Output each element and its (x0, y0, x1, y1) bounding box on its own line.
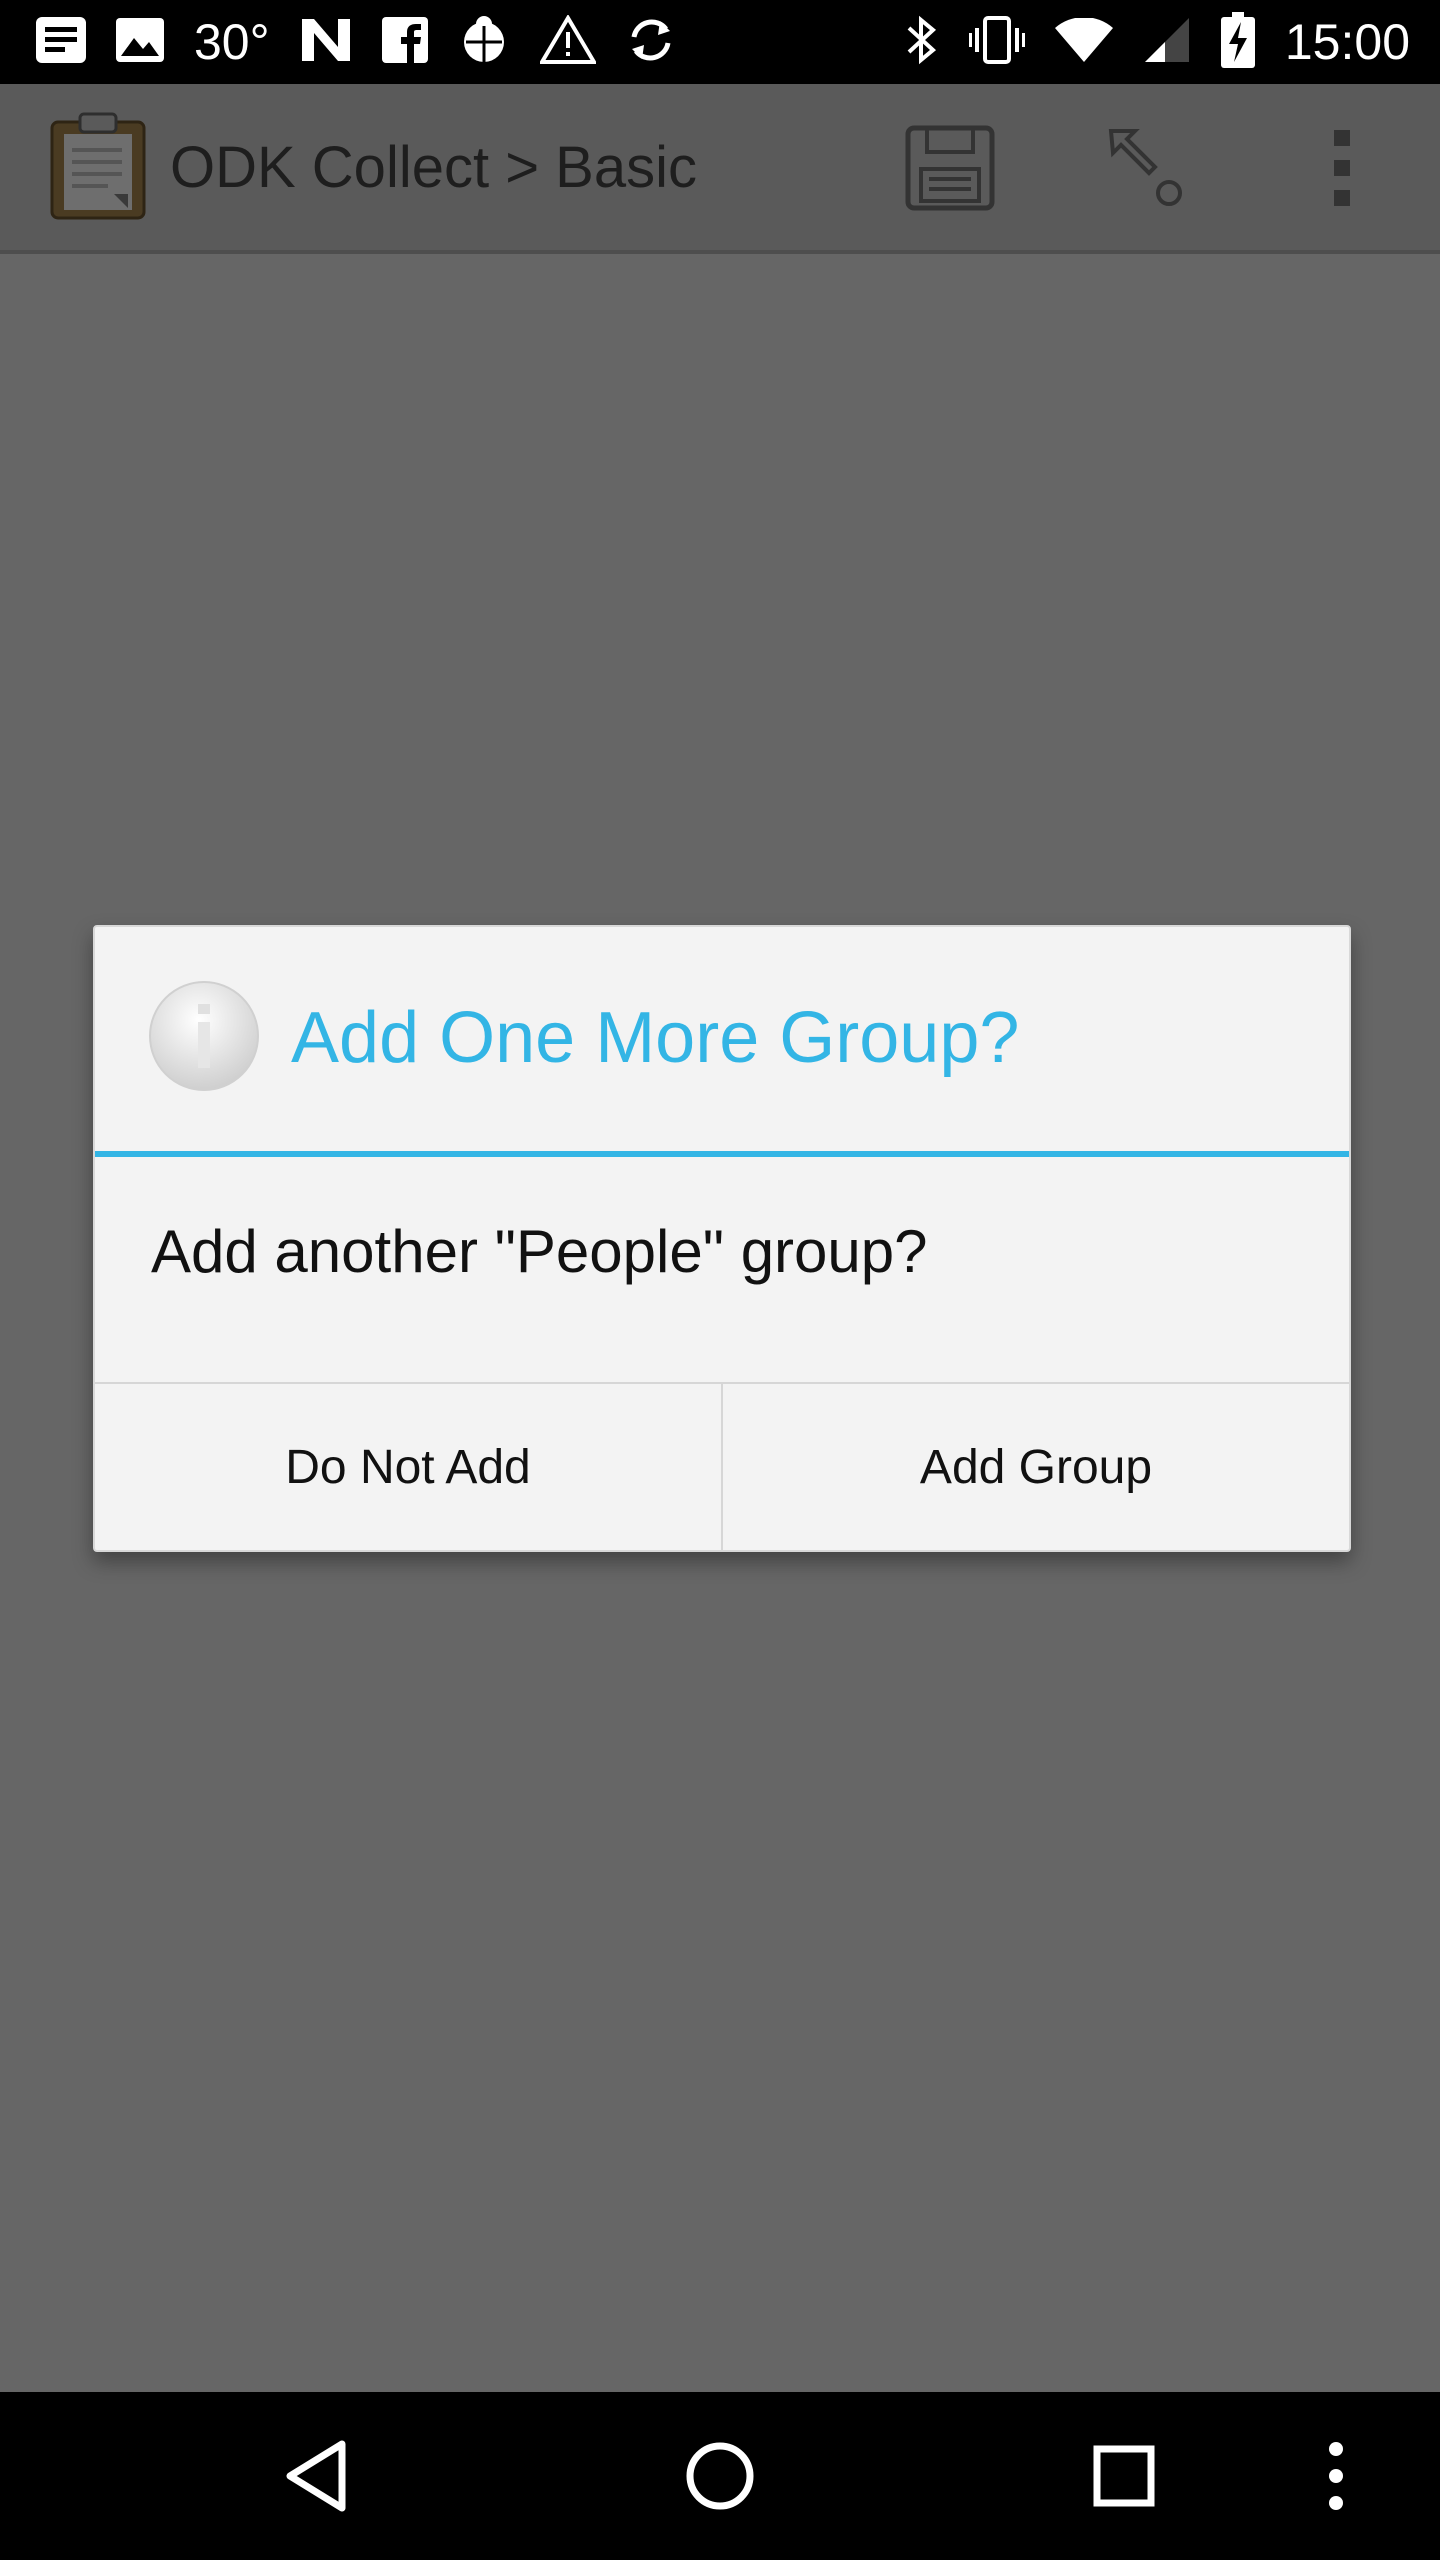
facebook-icon (381, 16, 428, 68)
battery-charging-icon (1220, 11, 1255, 73)
add-group-dialog: Add One More Group? Add another "People"… (93, 925, 1351, 1552)
bluetooth-icon (905, 14, 939, 71)
bug-icon (458, 14, 510, 71)
home-icon[interactable] (670, 2426, 770, 2526)
notification-doc-icon (36, 16, 86, 68)
action-bar: ODK Collect > Basic (0, 84, 1440, 254)
overflow-menu-icon[interactable] (1294, 120, 1390, 216)
status-bar: 30° 15:00 (0, 0, 1440, 84)
add-group-button[interactable]: Add Group (723, 1384, 1349, 1550)
save-icon[interactable] (902, 120, 998, 216)
do-not-add-button[interactable]: Do Not Add (95, 1384, 721, 1550)
signal-icon (1143, 16, 1191, 69)
title-divider (95, 1151, 1349, 1157)
image-icon (116, 17, 164, 67)
jump-icon[interactable] (1098, 120, 1194, 216)
vibrate-icon (968, 15, 1025, 70)
back-icon[interactable] (266, 2426, 366, 2526)
app-logo-icon (48, 110, 148, 220)
recents-icon[interactable] (1074, 2426, 1174, 2526)
clock: 15:00 (1284, 14, 1410, 70)
sync-icon (626, 15, 676, 70)
app-title: ODK Collect > Basic (170, 135, 698, 200)
dialog-title: Add One More Group? (291, 998, 1020, 1078)
warning-icon (538, 13, 598, 70)
wifi-icon (1054, 16, 1113, 67)
menu-icon[interactable] (1286, 2426, 1386, 2526)
n-logo-icon (300, 17, 352, 68)
dialog-button-bar: Do Not Add Add Group (95, 1384, 1349, 1550)
dialog-message: Add another "People" group? (151, 1218, 928, 1285)
navigation-bar (0, 2392, 1440, 2560)
temperature-text: 30° (194, 14, 270, 70)
info-icon (148, 980, 260, 1092)
dialog-header: Add One More Group? (95, 927, 1349, 1153)
